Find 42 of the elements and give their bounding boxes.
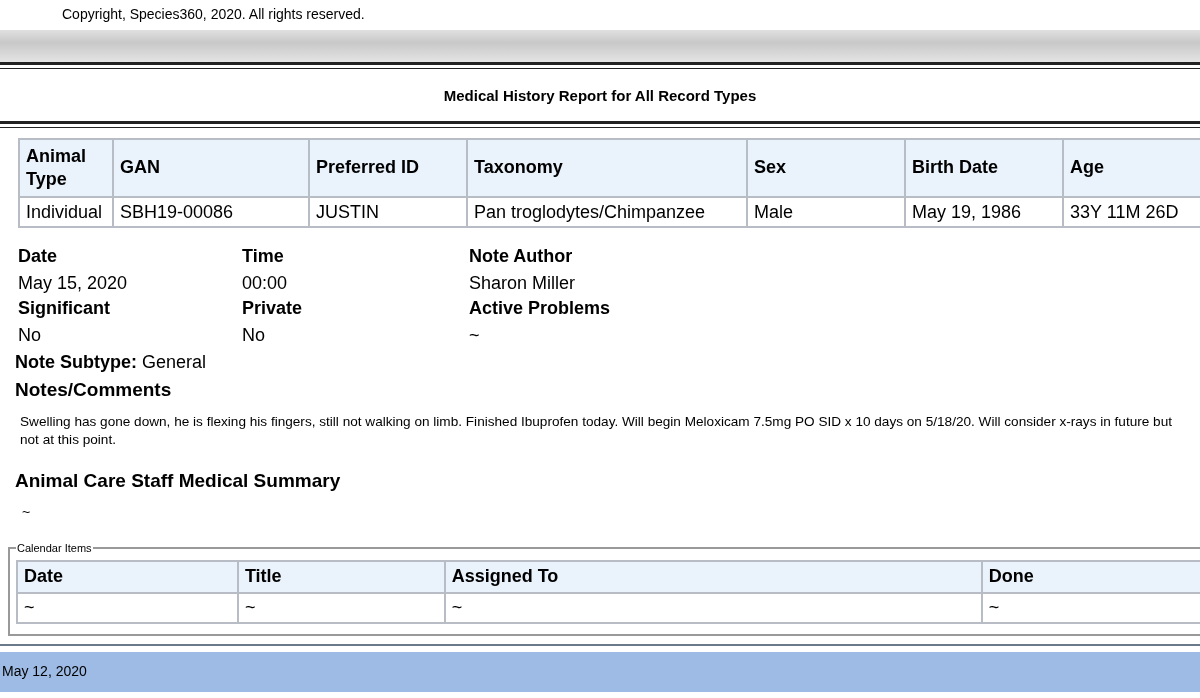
field-value: No xyxy=(242,325,266,346)
table-cell: Male xyxy=(747,197,905,227)
field-label: Note Subtype: xyxy=(15,352,137,372)
field-label: Note Author xyxy=(469,246,574,267)
column-header: Assigned To xyxy=(444,560,982,593)
field-label: Date xyxy=(18,246,58,267)
field-value: 00:00 xyxy=(242,273,289,294)
table-cell: May 19, 1986 xyxy=(905,197,1063,227)
field-value: General xyxy=(142,352,207,372)
column-header: GAN xyxy=(113,139,309,197)
table-cell: SBH19-00086 xyxy=(113,197,309,227)
column-header: Birth Date xyxy=(905,139,1063,197)
table-cell: JUSTIN xyxy=(309,197,467,227)
field-label: Private xyxy=(242,298,304,319)
summary-text: ~ xyxy=(22,503,32,520)
section-heading: Notes/Comments xyxy=(15,379,173,401)
table-cell: ~ xyxy=(237,592,445,623)
column-header: Sex xyxy=(747,139,905,197)
notes-text: Swelling has gone down, he is flexing his fingers, still not walking on limb. Finished Ibuprofen today. Will begin Meloxicam 7.5mg PO SID x 10 days on 5/18/20. Will consider x-rays in future but not at this point. xyxy=(20,413,1173,450)
report-title: Medical History Report for All Record Types xyxy=(443,86,757,104)
copyright-text: Copyright, Species360, 2020. All rights reserved. xyxy=(62,6,365,22)
field-label: Active Problems xyxy=(469,298,612,319)
section-heading: Animal Care Staff Medical Summary xyxy=(15,469,342,492)
column-header: Date xyxy=(17,560,238,593)
table-cell: ~ xyxy=(17,592,238,623)
panel-legend: Calendar Items xyxy=(16,541,93,554)
table-cell: Individual xyxy=(19,197,113,227)
field-value: May 15, 2020 xyxy=(18,273,129,294)
field-value: No xyxy=(18,325,42,346)
field-value: ~ xyxy=(469,325,481,346)
field-label: Significant xyxy=(18,298,111,319)
table-cell: ~ xyxy=(444,592,982,623)
column-header: Animal Type xyxy=(19,139,113,197)
column-header: Taxonomy xyxy=(467,139,747,197)
column-header: Title xyxy=(237,560,445,593)
field-label: Time xyxy=(242,246,285,267)
field-value: Sharon Miller xyxy=(469,273,577,294)
column-header: Done xyxy=(981,560,1200,593)
column-header: Preferred ID xyxy=(309,139,467,197)
record-date: May 12, 2020 xyxy=(2,663,87,680)
table-cell: Pan troglodytes/Chimpanzee xyxy=(467,197,747,227)
column-header: Age xyxy=(1063,139,1200,197)
